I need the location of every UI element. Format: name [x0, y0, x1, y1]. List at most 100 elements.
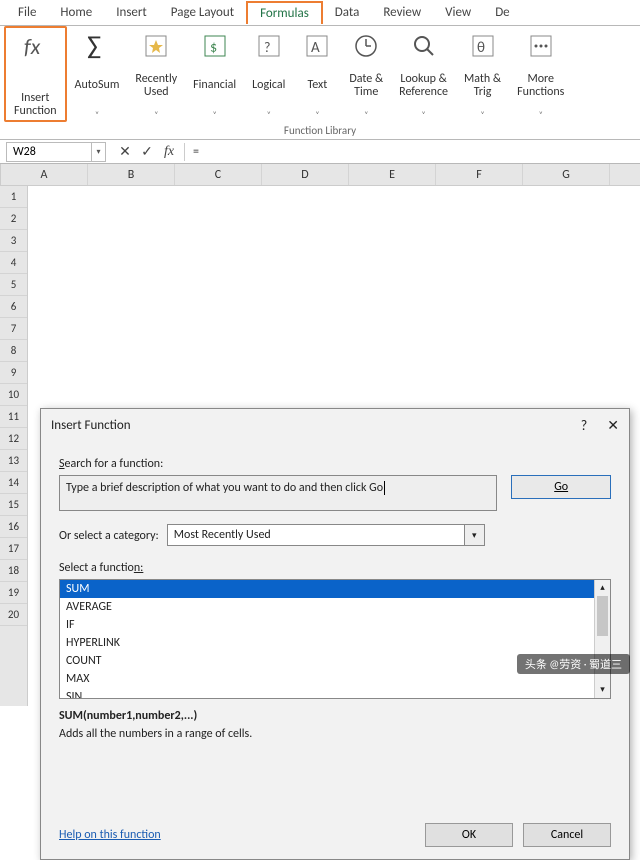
- row-header[interactable]: 8: [0, 340, 27, 362]
- autosum-button[interactable]: ∑ AutoSum ˅: [67, 26, 128, 122]
- function-item[interactable]: IF: [60, 616, 594, 634]
- date-time-button[interactable]: Date & Time ˅: [341, 26, 391, 122]
- star-icon: [140, 30, 172, 62]
- cancel-button[interactable]: Cancel: [523, 823, 611, 847]
- col-header[interactable]: D: [262, 164, 349, 185]
- row-header[interactable]: 20: [0, 604, 27, 626]
- row-header[interactable]: 10: [0, 384, 27, 406]
- col-header[interactable]: C: [175, 164, 262, 185]
- financial-button[interactable]: $ Financial ˅: [185, 26, 244, 122]
- row-header[interactable]: 3: [0, 230, 27, 252]
- row-header[interactable]: 12: [0, 428, 27, 450]
- row-header[interactable]: 14: [0, 472, 27, 494]
- tab-home[interactable]: Home: [48, 1, 104, 24]
- formula-bar: ▾ ✕ ✓ fx =: [0, 140, 640, 164]
- function-item[interactable]: AVERAGE: [60, 598, 594, 616]
- row-header[interactable]: 4: [0, 252, 27, 274]
- search-input[interactable]: Type a brief description of what you wan…: [59, 475, 497, 511]
- chevron-down-icon: ˅: [267, 110, 271, 120]
- col-header[interactable]: A: [1, 164, 88, 185]
- row-header[interactable]: 2: [0, 208, 27, 230]
- text-icon: A: [301, 30, 333, 62]
- more-functions-button[interactable]: More Functions ˅: [509, 26, 572, 122]
- logical-button[interactable]: ? Logical ˅: [244, 26, 293, 122]
- tab-view[interactable]: View: [433, 1, 483, 24]
- function-item[interactable]: MAX: [60, 670, 594, 688]
- row-header[interactable]: 6: [0, 296, 27, 318]
- scroll-down-icon[interactable]: ▾: [595, 682, 610, 698]
- insert-function-label: Insert Function: [14, 92, 57, 118]
- row-header[interactable]: 17: [0, 538, 27, 560]
- recently-used-button[interactable]: Recently Used ˅: [127, 26, 185, 122]
- text-button[interactable]: A Text ˅: [293, 26, 341, 122]
- chevron-down-icon: ˅: [539, 110, 543, 120]
- tab-review[interactable]: Review: [371, 1, 433, 24]
- function-item[interactable]: SUM: [60, 580, 594, 598]
- enter-button[interactable]: ✓: [136, 142, 158, 162]
- ok-button[interactable]: OK: [425, 823, 513, 847]
- lookup-reference-button[interactable]: Lookup & Reference ˅: [391, 26, 456, 122]
- svg-text:A: A: [311, 39, 320, 57]
- function-item[interactable]: COUNT: [60, 652, 594, 670]
- chevron-down-icon: ˅: [154, 110, 158, 120]
- scroll-up-icon[interactable]: ▴: [595, 580, 610, 596]
- ribbon-group-label: Function Library: [4, 122, 636, 139]
- formula-input[interactable]: =: [184, 143, 634, 161]
- search-label: Search for a function:: [59, 457, 611, 471]
- category-select[interactable]: Most Recently Used ▾: [167, 524, 485, 546]
- function-item[interactable]: HYPERLINK: [60, 634, 594, 652]
- function-list[interactable]: SUMAVERAGEIFHYPERLINKCOUNTMAXSIN ▴ ▾: [59, 579, 611, 699]
- function-signature: SUM(number1,number2,...): [59, 709, 611, 723]
- chevron-down-icon: ˅: [364, 110, 368, 120]
- tab-insert[interactable]: Insert: [104, 1, 159, 24]
- chevron-down-icon: ˅: [480, 110, 484, 120]
- more-icon: [525, 30, 557, 62]
- tab-data[interactable]: Data: [323, 1, 372, 24]
- row-header[interactable]: 7: [0, 318, 27, 340]
- col-header[interactable]: B: [88, 164, 175, 185]
- tab-file[interactable]: File: [6, 1, 48, 24]
- name-box[interactable]: [6, 142, 92, 162]
- fx-icon: fx: [19, 32, 51, 64]
- svg-text:?: ?: [264, 39, 271, 56]
- row-header[interactable]: 1: [0, 186, 27, 208]
- col-header[interactable]: G: [523, 164, 610, 185]
- theta-icon: θ: [467, 30, 499, 62]
- function-item[interactable]: SIN: [60, 688, 594, 698]
- financial-icon: $: [199, 30, 231, 62]
- fx-button[interactable]: fx: [158, 142, 180, 162]
- cancel-entry-button[interactable]: ✕: [114, 142, 136, 162]
- name-box-dropdown[interactable]: ▾: [92, 142, 106, 162]
- go-button[interactable]: Go: [511, 475, 611, 499]
- scrollbar[interactable]: ▴ ▾: [594, 580, 610, 698]
- col-header[interactable]: F: [436, 164, 523, 185]
- tab-developer[interactable]: De: [483, 1, 521, 24]
- ribbon-panel: fx Insert Function ∑ AutoSum ˅ Recently …: [0, 26, 640, 140]
- math-trig-button[interactable]: θ Math & Trig ˅: [456, 26, 509, 122]
- search-icon: [408, 30, 440, 62]
- recently-used-label: Recently Used: [135, 73, 177, 99]
- category-value: Most Recently Used: [168, 525, 464, 545]
- row-header[interactable]: 19: [0, 582, 27, 604]
- help-link[interactable]: Help on this function: [59, 828, 161, 842]
- dialog-title: Insert Function: [51, 418, 131, 433]
- row-header[interactable]: 13: [0, 450, 27, 472]
- scroll-thumb[interactable]: [597, 596, 608, 636]
- row-header[interactable]: 15: [0, 494, 27, 516]
- row-header[interactable]: 11: [0, 406, 27, 428]
- help-button[interactable]: ?: [581, 417, 588, 434]
- insert-function-button[interactable]: fx Insert Function: [4, 26, 67, 122]
- tab-page-layout[interactable]: Page Layout: [159, 1, 246, 24]
- col-header[interactable]: E: [349, 164, 436, 185]
- row-header[interactable]: 9: [0, 362, 27, 384]
- close-button[interactable]: ✕: [607, 417, 619, 434]
- row-header[interactable]: 5: [0, 274, 27, 296]
- tab-formulas[interactable]: Formulas: [246, 1, 323, 24]
- row-header[interactable]: 16: [0, 516, 27, 538]
- autosum-label: AutoSum: [75, 79, 120, 92]
- col-header[interactable]: H: [610, 164, 640, 185]
- row-header[interactable]: 18: [0, 560, 27, 582]
- date-time-label: Date & Time: [349, 73, 383, 99]
- chevron-down-icon: ˅: [421, 110, 425, 120]
- clock-icon: [350, 30, 382, 62]
